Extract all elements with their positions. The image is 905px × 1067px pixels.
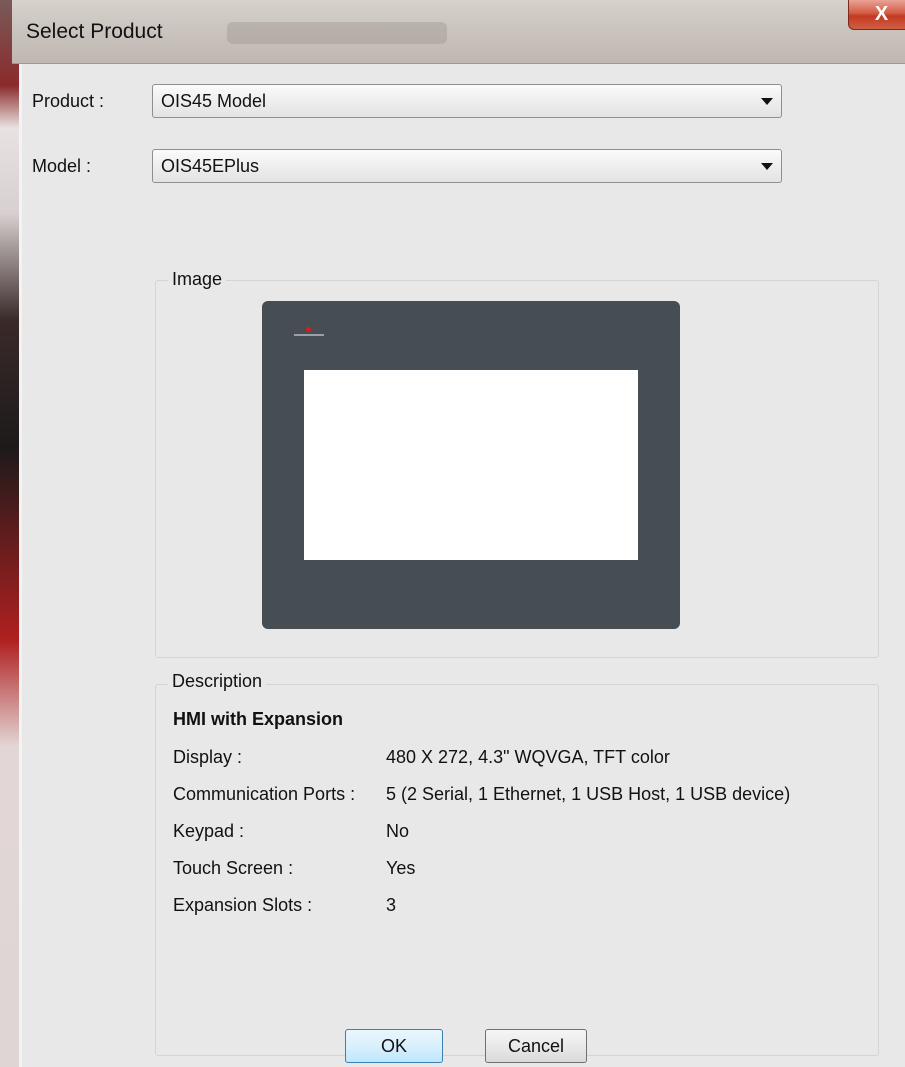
- expansion-slots-value: 3: [386, 895, 397, 915]
- device-screen: [304, 370, 638, 560]
- expansion-slots-key: Expansion Slots :: [173, 895, 313, 915]
- product-label: Product :: [32, 91, 105, 111]
- dialog-content: Product : OIS45 Model Model : OIS45EPlus…: [22, 64, 905, 1067]
- window-title: Select Product: [26, 20, 163, 43]
- model-dropdown[interactable]: OIS45EPlus: [152, 149, 782, 183]
- close-button[interactable]: X: [848, 0, 905, 30]
- select-product-dialog: Select Product X Product : OIS45 Model M…: [0, 0, 905, 1067]
- keypad-key: Keypad :: [173, 821, 245, 841]
- touch-screen-value: Yes: [386, 858, 416, 878]
- touch-screen-key: Touch Screen :: [173, 858, 294, 878]
- power-led-icon: [306, 327, 311, 332]
- product-dropdown[interactable]: OIS45 Model: [152, 84, 782, 118]
- model-dropdown-value: OIS45EPlus: [161, 156, 260, 176]
- chevron-down-icon: [761, 163, 773, 170]
- keypad-value: No: [386, 821, 410, 841]
- description-heading: HMI with Expansion: [173, 709, 344, 729]
- power-led-label: [294, 334, 324, 336]
- description-group-title: Description: [168, 671, 267, 692]
- product-dropdown-value: OIS45 Model: [161, 91, 267, 111]
- communication-ports-key: Communication Ports :: [173, 784, 356, 804]
- communication-ports-value: 5 (2 Serial, 1 Ethernet, 1 USB Host, 1 U…: [386, 784, 791, 804]
- ok-button[interactable]: OK: [345, 1029, 443, 1063]
- model-label: Model :: [32, 156, 92, 176]
- product-image: [262, 301, 680, 629]
- image-group-title: Image: [168, 269, 227, 290]
- display-value: 480 X 272, 4.3" WQVGA, TFT color: [386, 747, 670, 767]
- chevron-down-icon: [761, 98, 773, 105]
- close-icon: X: [874, 3, 889, 25]
- background-window-edge: [0, 0, 22, 1067]
- cancel-button[interactable]: Cancel: [485, 1029, 587, 1063]
- title-bar[interactable]: Select Product X: [12, 0, 905, 64]
- display-key: Display :: [173, 747, 243, 767]
